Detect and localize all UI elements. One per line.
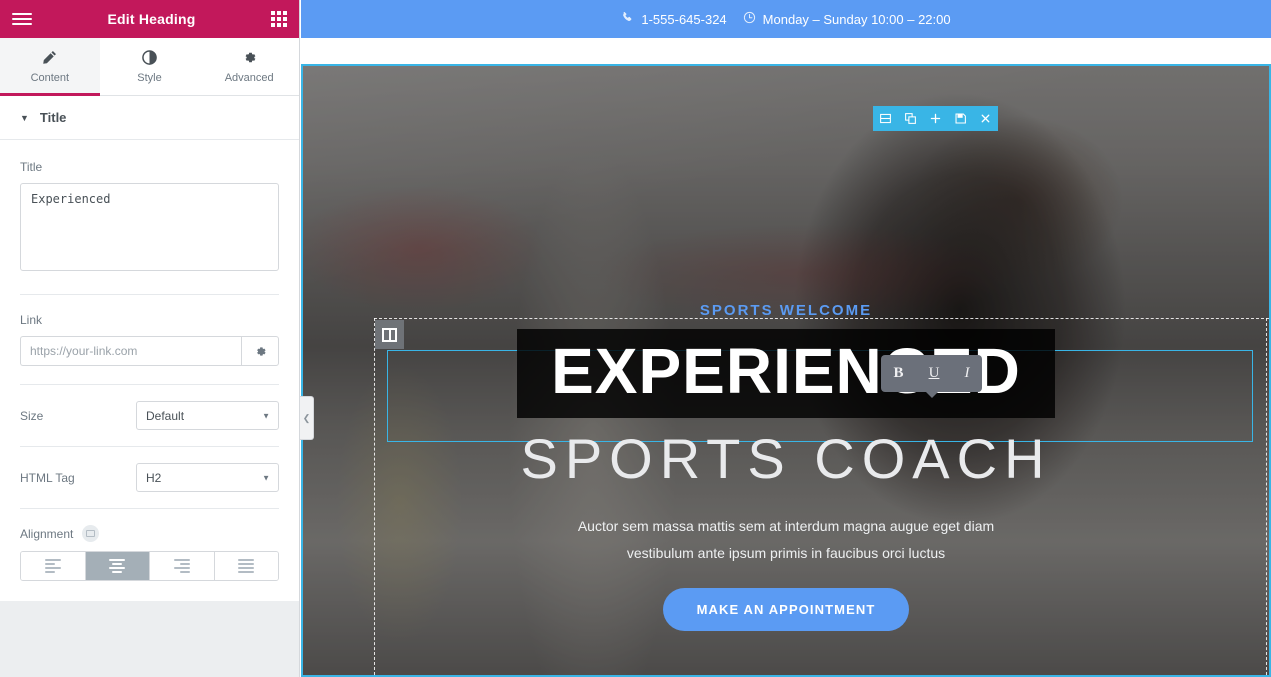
- pencil-icon: [42, 50, 57, 67]
- align-center-button[interactable]: [85, 552, 150, 580]
- link-field-label: Link: [20, 313, 43, 327]
- topbar-phone[interactable]: 1-555-645-324: [621, 11, 727, 27]
- align-center-icon: [109, 559, 126, 573]
- link-options-gear-icon[interactable]: [241, 336, 279, 366]
- hamburger-icon[interactable]: [12, 10, 32, 28]
- duplicate-icon[interactable]: [898, 106, 923, 131]
- panel-tabs: Content Style Advanced: [0, 38, 300, 96]
- tab-content-label: Content: [30, 71, 70, 84]
- alignment-label-row: Alignment: [20, 525, 279, 542]
- title-field-label: Title: [20, 160, 43, 174]
- hero-content: SPORTS WELCOME EXPERIENCED SPORTS COACH …: [303, 302, 1269, 632]
- site-topbar: 1-555-645-324 Monday – Sunday 10:00 – 22…: [301, 0, 1271, 38]
- topbar-hours-text: Monday – Sunday 10:00 – 22:00: [762, 11, 951, 27]
- grid-icon[interactable]: [271, 11, 287, 27]
- panel-header: Edit Heading: [0, 0, 299, 38]
- contrast-icon: [142, 49, 157, 67]
- hero-body-line-2: vestibulum ante ipsum primis in faucibus…: [626, 544, 946, 561]
- panel-title: Edit Heading: [107, 11, 196, 27]
- section-toolbar: [873, 106, 998, 131]
- gear-icon: [242, 50, 257, 67]
- close-icon[interactable]: [973, 106, 998, 131]
- tab-content[interactable]: Content: [0, 38, 100, 96]
- section-title-title[interactable]: ▼ Title: [0, 96, 299, 140]
- make-appointment-button[interactable]: MAKE AN APPOINTMENT: [662, 588, 910, 632]
- section-title-label: Title: [39, 110, 67, 125]
- html-tag-select-wrap: H2 ▼: [136, 463, 279, 492]
- alignment-button-group: [20, 551, 279, 581]
- align-justify-button[interactable]: [214, 552, 278, 580]
- hero-body-text: Auctor sem massa mattis sem at interdum …: [303, 513, 1269, 566]
- elementor-editor: Edit Heading Content Style Advanced ▼ Ti…: [0, 0, 1271, 677]
- panel-collapse-handle[interactable]: ❮: [300, 396, 314, 440]
- add-icon[interactable]: [923, 106, 948, 131]
- tab-style-label: Style: [137, 71, 162, 84]
- tab-advanced-label: Advanced: [224, 71, 274, 84]
- chevron-left-icon: ❮: [302, 412, 311, 423]
- align-left-button[interactable]: [21, 552, 86, 580]
- align-right-button[interactable]: [150, 552, 215, 580]
- preview-canvas: 1-555-645-324 Monday – Sunday 10:00 – 22…: [301, 0, 1271, 677]
- editor-panel: Edit Heading Content Style Advanced ▼ Ti…: [0, 0, 300, 677]
- title-input[interactable]: [20, 183, 279, 271]
- html-tag-label: HTML Tag: [20, 470, 75, 485]
- size-select[interactable]: Default: [136, 401, 279, 430]
- html-tag-select[interactable]: H2: [136, 463, 279, 492]
- link-row: [20, 336, 279, 366]
- clock-icon: [743, 11, 756, 27]
- control-alignment: Alignment: [0, 509, 299, 601]
- edit-section-icon[interactable]: [873, 106, 898, 131]
- control-size: Size Default ▼: [0, 385, 299, 446]
- hero-menu-text: SPORTS WELCOME: [699, 302, 873, 319]
- link-input[interactable]: [20, 336, 241, 366]
- headline-wrap: EXPERIENCED: [303, 329, 1269, 419]
- italic-button[interactable]: I: [964, 365, 969, 382]
- chevron-down-icon: ▼: [20, 112, 29, 123]
- phone-icon: [621, 11, 634, 27]
- tab-style[interactable]: Style: [99, 38, 200, 95]
- control-html-tag: HTML Tag H2 ▼: [0, 447, 299, 508]
- align-justify-icon: [238, 559, 255, 573]
- size-label: Size: [20, 408, 44, 423]
- topbar-hours: Monday – Sunday 10:00 – 22:00: [743, 11, 951, 27]
- size-select-wrap: Default ▼: [136, 401, 279, 430]
- control-title: Title: [0, 140, 299, 294]
- align-left-icon: [44, 559, 61, 573]
- align-right-icon: [173, 559, 190, 573]
- hero-section[interactable]: SPORTS WELCOME EXPERIENCED SPORTS COACH …: [301, 64, 1271, 677]
- save-icon[interactable]: [948, 106, 973, 131]
- control-link: Link: [0, 295, 299, 384]
- text-format-toolbar: B U I: [881, 355, 982, 398]
- bold-button[interactable]: B: [894, 365, 904, 382]
- responsive-device-icon[interactable]: [82, 525, 100, 542]
- hero-subheadline[interactable]: SPORTS COACH: [303, 426, 1269, 491]
- canvas-white-gap: [301, 38, 1271, 64]
- tab-advanced[interactable]: Advanced: [199, 38, 300, 95]
- panel-body: Title Link Size Default: [0, 140, 299, 601]
- alignment-label: Alignment: [20, 526, 74, 541]
- underline-button[interactable]: U: [929, 365, 940, 382]
- topbar-phone-text: 1-555-645-324: [641, 11, 727, 27]
- hero-body-line-1: Auctor sem massa mattis sem at interdum …: [577, 518, 995, 535]
